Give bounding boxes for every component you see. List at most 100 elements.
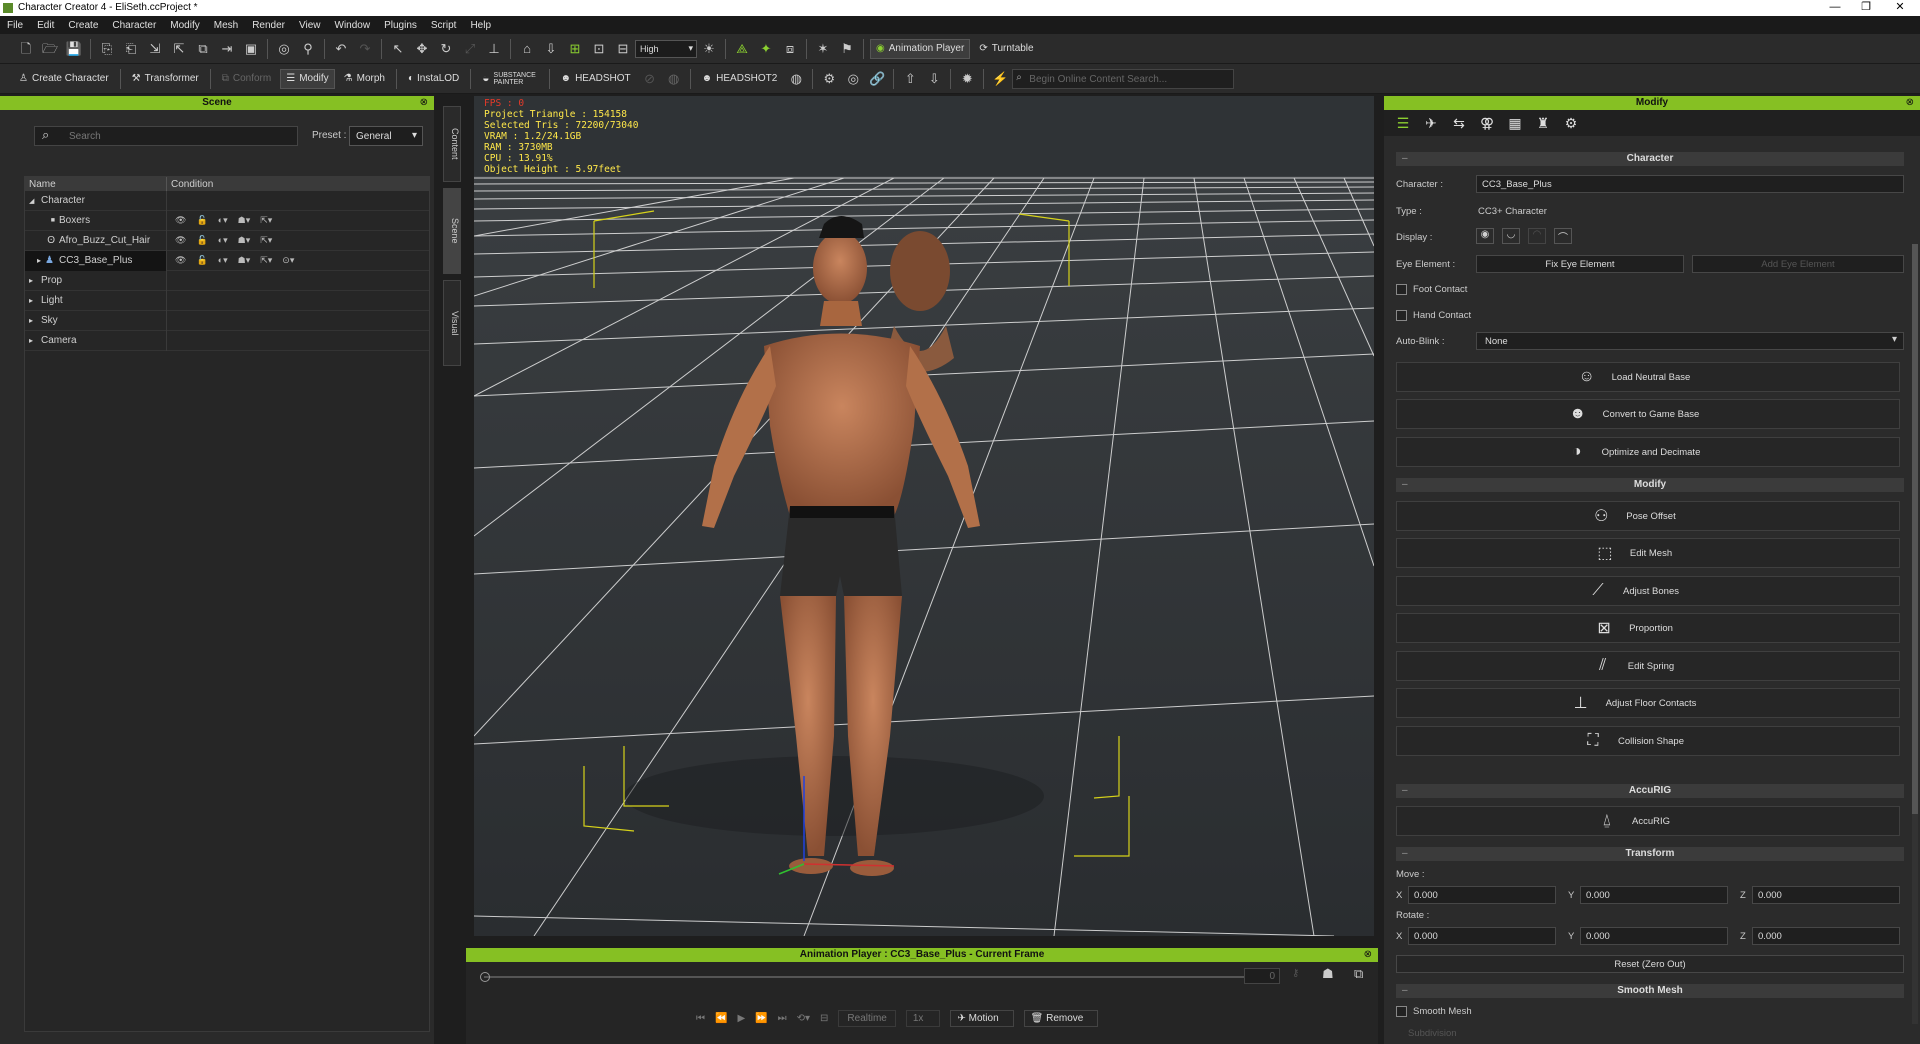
morph-button[interactable]: ⚗ Morph — [339, 69, 390, 89]
attribute-tab-icon[interactable]: ☰ — [1392, 115, 1414, 132]
move-x-field[interactable]: 0.000 — [1408, 886, 1556, 904]
preset-dropdown[interactable]: General — [349, 126, 423, 146]
frame-field[interactable]: 0 — [1244, 968, 1280, 984]
bone-target-icon[interactable]: ⊙▾ — [282, 255, 294, 266]
lock-icon[interactable]: 🔓 — [196, 215, 207, 226]
wireframe-icon[interactable]: ⧈ — [779, 38, 801, 60]
headshot2-button[interactable]: ☻ HEADSHOT2 — [697, 69, 783, 89]
light-icon[interactable]: ☀ — [698, 38, 720, 60]
close-panel-icon[interactable]: ⊗ — [1906, 96, 1914, 110]
tree-item-sky[interactable]: ▸ Sky — [25, 310, 429, 331]
settings-tab-icon[interactable]: ⚙ — [1560, 115, 1582, 132]
pose-offset-button[interactable]: ⚇ Pose Offset — [1396, 501, 1900, 531]
collision-shape-button[interactable]: ⛶ Collision Shape — [1396, 726, 1900, 756]
camera-frame-icon[interactable]: ⊞ — [564, 38, 586, 60]
redo-icon[interactable]: ↷ — [354, 38, 376, 60]
expand-arrow-icon[interactable]: ▸ — [25, 316, 41, 325]
expand-arrow-icon[interactable]: ▸ — [25, 336, 41, 345]
play-icon[interactable]: ▶ — [737, 1013, 745, 1024]
character-tab-icon[interactable]: ♜ — [1532, 115, 1554, 132]
send-icon[interactable]: ⇥ — [216, 38, 238, 60]
menu-modify[interactable]: Modify — [170, 20, 199, 31]
panel-scrollbar[interactable] — [1912, 244, 1918, 1024]
menu-window[interactable]: Window — [335, 20, 371, 31]
turntable-button[interactable]: ⟳ Turntable — [974, 39, 1038, 59]
animation-player-toggle[interactable]: ◉ Animation Player — [870, 38, 971, 59]
material-tab-icon[interactable]: ▦ — [1504, 115, 1526, 132]
headshot-tool-icon[interactable]: ⊘ — [639, 68, 661, 90]
move-y-field[interactable]: 0.000 — [1580, 886, 1728, 904]
adjust-bones-button[interactable]: ⟋ Adjust Bones — [1396, 576, 1900, 606]
target-icon[interactable]: ◎ — [273, 38, 295, 60]
headshot2-head-icon[interactable]: ◍ — [785, 68, 807, 90]
3d-viewport[interactable]: FPS : 0 Project Triangle : 154158 Select… — [474, 96, 1374, 936]
display-eye-icon[interactable]: ◉ — [1476, 228, 1494, 244]
undo-icon[interactable]: ↶ — [330, 38, 352, 60]
rotate-y-field[interactable]: 0.000 — [1580, 927, 1728, 945]
camera-icon[interactable]: ⊟ — [820, 1013, 828, 1024]
tree-item-cc3-base-plus[interactable]: ▸ ♟ CC3_Base_Plus 👁 🔓 ◐▾ ☗▾ ⇱▾ ⊙▾ — [25, 250, 429, 271]
move-z-field[interactable]: 0.000 — [1752, 886, 1900, 904]
loop-icon[interactable]: ⟲▾ — [797, 1013, 810, 1024]
cast-shadow-icon[interactable]: ☗▾ — [238, 235, 251, 246]
visible-eye-icon[interactable]: 👁 — [175, 215, 186, 226]
settings-gear-icon[interactable]: ✹ — [956, 68, 978, 90]
realtime-dropdown[interactable]: Realtime — [838, 1010, 896, 1027]
lock-icon[interactable]: 🔓 — [196, 255, 207, 266]
tree-item-light[interactable]: ▸ Light — [25, 290, 429, 311]
gizmo-icon[interactable]: ⟁ — [731, 38, 753, 60]
camera-view-icon[interactable]: ⊟ — [612, 38, 634, 60]
camera-fit-icon[interactable]: ⇩ — [540, 38, 562, 60]
timeline-slider[interactable] — [484, 976, 1244, 978]
timeline-handle[interactable] — [480, 972, 490, 982]
tab-visual[interactable]: Visual — [443, 280, 461, 366]
export-fbx-icon[interactable]: ⇲ — [144, 38, 166, 60]
shadow-icon[interactable]: ◐▾ — [218, 255, 228, 266]
foot-contact-checkbox[interactable]: Foot Contact — [1396, 284, 1467, 295]
close-panel-icon[interactable]: ⊗ — [1364, 948, 1372, 962]
scene-search-input[interactable]: Search — [34, 126, 298, 146]
rotate-x-field[interactable]: 0.000 — [1408, 927, 1556, 945]
load-neutral-base-button[interactable]: ☺ Load Neutral Base — [1396, 362, 1900, 392]
menu-create[interactable]: Create — [68, 20, 98, 31]
shadow-icon[interactable]: ◐▾ — [218, 235, 228, 246]
expand-arrow-icon[interactable]: ▸ — [25, 296, 41, 305]
close-button[interactable]: ✕ — [1880, 0, 1920, 16]
pick-icon[interactable]: ⇱▾ — [260, 235, 272, 246]
visible-eye-icon[interactable]: 👁 — [175, 235, 186, 246]
tree-item-boxers[interactable]: ■ Boxers 👁 🔓 ◐▾ ☗▾ ⇱▾ — [25, 210, 429, 231]
character-name-field[interactable]: CC3_Base_Plus — [1476, 175, 1904, 193]
remove-button[interactable]: 🗑 Remove — [1023, 1010, 1099, 1027]
sphere-icon[interactable]: ◎ — [842, 68, 864, 90]
conform-button[interactable]: ⧉ Conform — [217, 69, 277, 89]
tree-item-camera[interactable]: ▸ Camera — [25, 330, 429, 351]
tab-scene[interactable]: Scene — [443, 188, 461, 274]
home-camera-icon[interactable]: ⌂ — [516, 38, 538, 60]
menu-script[interactable]: Script — [431, 20, 457, 31]
tree-item-prop[interactable]: ▸ Prop — [25, 270, 429, 291]
expand-arrow-icon[interactable]: ▸ — [25, 256, 45, 265]
menu-mesh[interactable]: Mesh — [214, 20, 238, 31]
pose-tab-icon[interactable]: ⚢ — [1476, 115, 1498, 132]
instalod-button[interactable]: ◐ InstaLOD — [403, 69, 464, 89]
download-icon[interactable]: ⇩ — [923, 68, 945, 90]
export-obj-icon[interactable]: ⇱ — [168, 38, 190, 60]
substance-painter-button[interactable]: ◒ SUBSTANCE PAINTER — [477, 69, 542, 89]
tree-item-hair[interactable]: ʘ Afro_Buzz_Cut_Hair 👁 🔓 ◐▾ ☗▾ ⇱▾ — [25, 230, 429, 251]
save-icon[interactable]: 💾 — [63, 38, 85, 60]
upload-icon[interactable]: ⇧ — [899, 68, 921, 90]
menu-character[interactable]: Character — [112, 20, 156, 31]
key-icon[interactable]: ⚷ — [1292, 968, 1299, 979]
create-character-button[interactable]: ♙ Create Character — [14, 69, 114, 89]
convert-game-base-button[interactable]: ☻ Convert to Game Base — [1396, 399, 1900, 429]
person-pick-icon[interactable]: ⚲ — [297, 38, 319, 60]
edit-spring-button[interactable]: ⫽ Edit Spring — [1396, 651, 1900, 681]
smooth-mesh-section-header[interactable]: Smooth Mesh — [1396, 984, 1904, 998]
tab-content[interactable]: Content — [443, 106, 461, 182]
visible-eye-icon[interactable]: 👁 — [175, 255, 186, 266]
flag-icon[interactable]: ⚑ — [836, 38, 858, 60]
detach-icon[interactable]: ⧉ — [1354, 966, 1363, 982]
pose-icon[interactable]: ✶ — [812, 38, 834, 60]
link-icon[interactable]: 🔗 — [866, 68, 888, 90]
headshot-button[interactable]: ☻ HEADSHOT — [556, 69, 636, 89]
